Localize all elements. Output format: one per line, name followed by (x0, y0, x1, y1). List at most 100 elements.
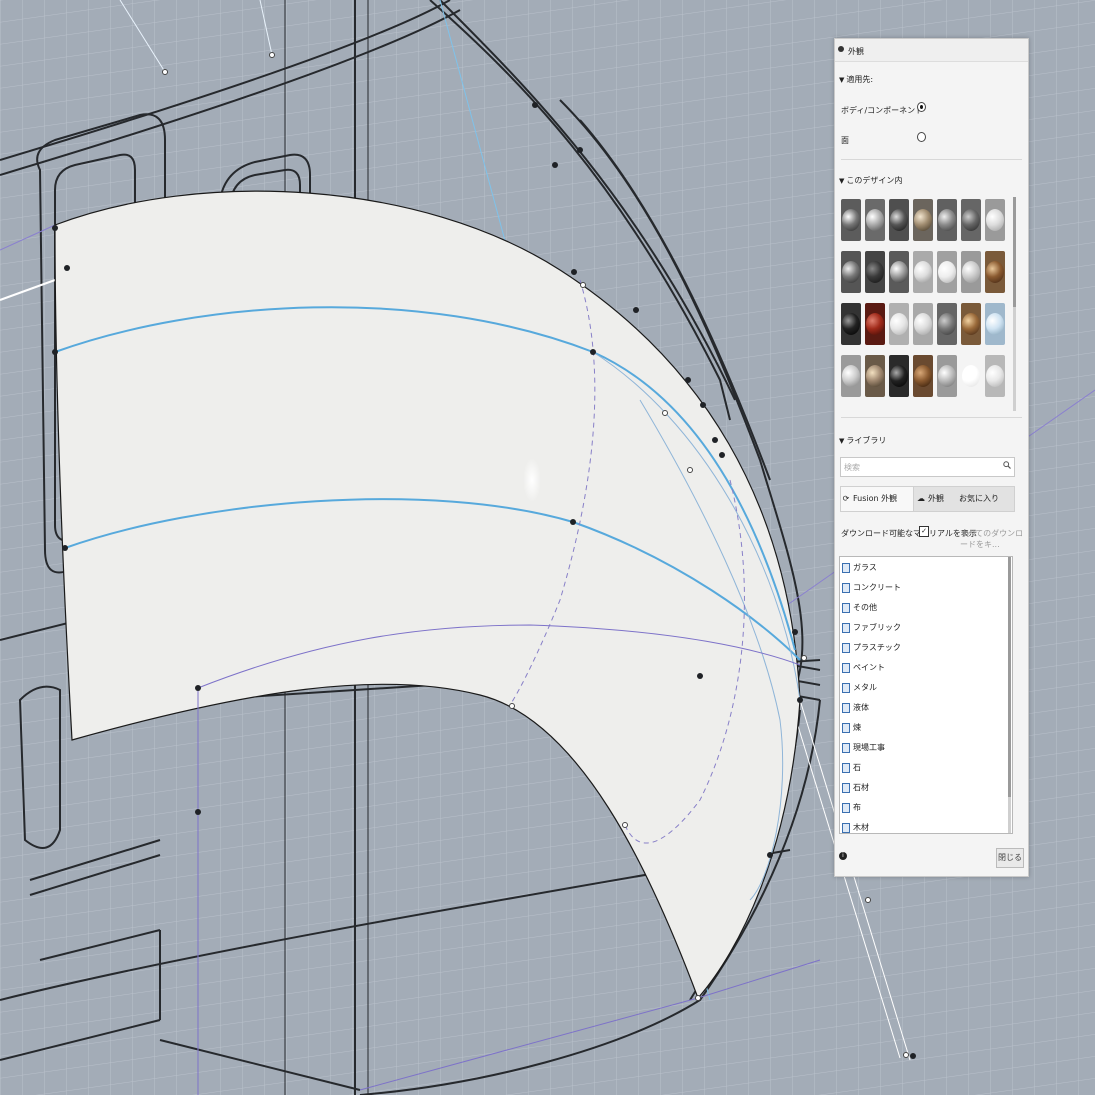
cloud-icon: ☁ (917, 494, 925, 503)
swatch-scrollbar[interactable] (1013, 197, 1016, 411)
library-heading: ライブラリ (846, 436, 887, 445)
list-item[interactable]: ファブリック (842, 621, 901, 635)
list-item[interactable]: 木材 (842, 821, 869, 833)
folder-icon (842, 642, 850, 653)
in-design-heading: このデザイン内 (846, 176, 903, 185)
material-swatch[interactable] (913, 355, 933, 397)
list-item[interactable]: その他 (842, 601, 877, 615)
material-swatch[interactable] (937, 251, 957, 293)
apply-to-option-face: 面 (841, 136, 849, 145)
list-item-label: 石 (853, 763, 861, 772)
material-swatch[interactable] (961, 303, 981, 345)
folder-icon (842, 722, 850, 733)
list-item-label: その他 (853, 603, 877, 612)
material-swatch[interactable] (985, 199, 1005, 241)
folder-icon (842, 782, 850, 793)
material-swatch[interactable] (889, 251, 909, 293)
folder-icon (842, 802, 850, 813)
list-item[interactable]: 液体 (842, 701, 869, 715)
material-swatch[interactable] (865, 199, 885, 241)
list-item[interactable]: ガラス (842, 561, 877, 575)
section-divider (841, 159, 1022, 160)
search-icon[interactable] (1003, 461, 1011, 469)
material-swatch[interactable] (937, 199, 957, 241)
list-item[interactable]: プラスチック (842, 641, 901, 655)
folder-icon (842, 602, 850, 613)
folder-icon (842, 822, 850, 833)
material-swatch[interactable] (985, 303, 1005, 345)
material-swatch[interactable] (937, 303, 957, 345)
material-swatch[interactable] (961, 355, 981, 397)
folder-icon (842, 562, 850, 573)
material-swatch[interactable] (889, 303, 909, 345)
tab-fusion-appearance[interactable]: ⟳ Fusion 外観 (841, 487, 914, 511)
list-item-label: 液体 (853, 703, 869, 712)
list-item[interactable]: 煉 (842, 721, 861, 735)
sync-icon: ⟳ (842, 494, 850, 503)
material-swatch-grid (841, 199, 1013, 411)
material-swatch[interactable] (865, 303, 885, 345)
panel-header[interactable]: 外観 (835, 39, 1028, 62)
material-swatch[interactable] (961, 251, 981, 293)
list-item-label: 木材 (853, 823, 869, 832)
material-swatch[interactable] (913, 303, 933, 345)
folder-icon (842, 622, 850, 633)
folder-icon (842, 582, 850, 593)
material-swatch[interactable] (841, 199, 861, 241)
collapse-arrow-icon[interactable]: ▼ (839, 76, 844, 84)
material-swatch[interactable] (865, 355, 885, 397)
info-icon[interactable]: i (839, 852, 847, 860)
material-swatch[interactable] (985, 251, 1005, 293)
material-swatch[interactable] (865, 251, 885, 293)
cancel-all-downloads-link[interactable]: すべてのダウンロードをキ... (960, 528, 1028, 550)
list-item-label: 煉 (853, 723, 861, 732)
list-item[interactable]: ペイント (842, 661, 885, 675)
list-item[interactable]: 石材 (842, 781, 869, 795)
list-item[interactable]: 布 (842, 801, 861, 815)
list-item-label: ガラス (853, 563, 877, 572)
section-divider (841, 417, 1022, 418)
panel-menu-icon[interactable] (838, 46, 844, 52)
library-list-scrollbar-thumb[interactable] (1008, 557, 1011, 797)
download-materials-label: ダウンロード可能なマテリアルを表示 (841, 529, 977, 538)
material-swatch[interactable] (889, 199, 909, 241)
library-section-header[interactable]: ▼ ライブラリ (839, 435, 886, 446)
material-swatch[interactable] (913, 251, 933, 293)
collapse-arrow-icon[interactable]: ▼ (839, 437, 844, 445)
swatch-scrollbar-thumb[interactable] (1013, 197, 1016, 307)
close-button[interactable]: 閉じる (996, 848, 1024, 868)
library-tabs: ⟳ Fusion 外観 ☁ 外観 お気に入り (840, 486, 1015, 512)
list-item-label: 現場工事 (853, 743, 885, 752)
library-search-input[interactable]: 検索 (840, 457, 1015, 477)
tab-appearance[interactable]: ☁ 外観 (916, 487, 954, 511)
material-swatch[interactable] (913, 199, 933, 241)
in-design-section-header[interactable]: ▼ このデザイン内 (839, 175, 902, 186)
material-swatch[interactable] (985, 355, 1005, 397)
apply-to-option-body: ボディ/コンポーネント (841, 106, 924, 115)
radio-body-component[interactable] (917, 102, 926, 112)
folder-icon (842, 662, 850, 673)
radio-face[interactable] (917, 132, 926, 142)
library-category-list: ガラス コンクリート その他 ファブリック プラスチック ペイント メタル 液体… (839, 556, 1013, 834)
list-item[interactable]: 石 (842, 761, 861, 775)
folder-icon (842, 702, 850, 713)
list-item-label: 布 (853, 803, 861, 812)
list-item[interactable]: 現場工事 (842, 741, 885, 755)
material-swatch[interactable] (961, 199, 981, 241)
material-swatch[interactable] (937, 355, 957, 397)
apply-to-section-header[interactable]: ▼ 適用先: (839, 74, 873, 85)
folder-icon (842, 682, 850, 693)
apply-to-heading: 適用先: (846, 75, 874, 84)
tab-label: Fusion 外観 (853, 494, 898, 503)
list-item[interactable]: メタル (842, 681, 877, 695)
specular-highlight (523, 458, 541, 502)
collapse-arrow-icon[interactable]: ▼ (839, 177, 844, 185)
material-swatch[interactable] (841, 251, 861, 293)
material-swatch[interactable] (841, 355, 861, 397)
material-swatch[interactable] (889, 355, 909, 397)
list-item[interactable]: コンクリート (842, 581, 901, 595)
material-swatch[interactable] (841, 303, 861, 345)
library-list-scrollbar[interactable] (1008, 557, 1011, 833)
tab-favorites[interactable]: お気に入り (959, 487, 1009, 511)
download-materials-checkbox[interactable]: ✓ (919, 526, 929, 537)
